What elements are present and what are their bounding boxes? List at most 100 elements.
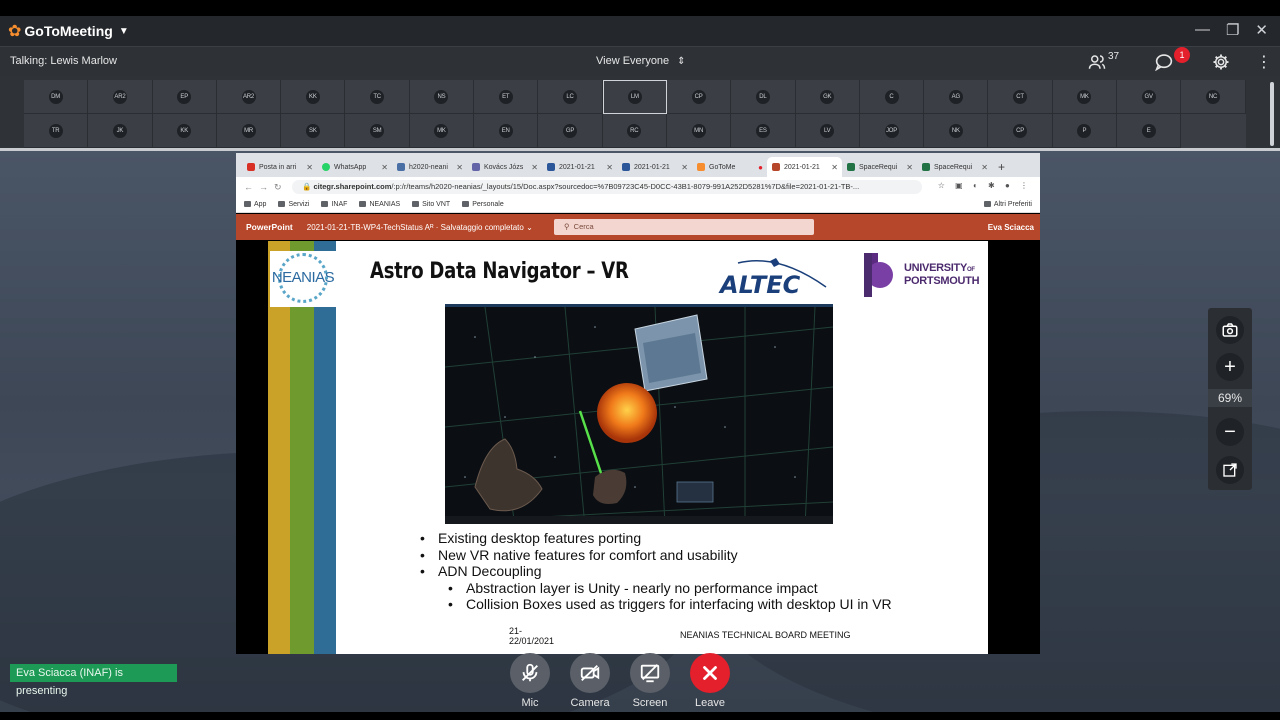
app-name: GoToMeeting — [24, 23, 113, 39]
participant-tile[interactable]: AR2 — [216, 80, 282, 114]
participant-tile[interactable]: TR — [24, 114, 89, 148]
participants-button[interactable]: 37 — [1088, 51, 1119, 71]
screen-share-button[interactable] — [630, 653, 670, 693]
thumbnail-scrollbar[interactable] — [1270, 82, 1274, 146]
camera-button[interactable] — [570, 653, 610, 693]
close-tab-icon[interactable]: ✕ — [531, 163, 538, 172]
participant-tile[interactable]: SM — [345, 114, 410, 148]
zoom-in-button[interactable]: + — [1216, 353, 1244, 381]
participant-tile[interactable]: RC — [602, 114, 667, 148]
participant-tile[interactable]: CT — [988, 80, 1053, 114]
app-menu-button[interactable]: ✿ GoToMeeting ▼ — [8, 21, 129, 41]
mic-button[interactable] — [510, 653, 550, 693]
url-field[interactable]: 🔒 citegr.sharepoint.com/:p:/r/teams/h202… — [292, 180, 922, 194]
minimize-button[interactable]: — — [1195, 21, 1210, 39]
powerpoint-search[interactable]: ⚲ Cerca — [554, 219, 814, 235]
avatar: KK — [177, 123, 192, 138]
bookmark-item[interactable]: INAF — [321, 201, 347, 208]
browser-tab[interactable]: GoToMe ● — [692, 157, 767, 177]
participant-tile[interactable]: CP — [666, 80, 732, 114]
participant-tile[interactable]: MN — [666, 114, 732, 148]
participant-tile[interactable]: JK — [88, 114, 153, 148]
participant-tile[interactable]: P — [1052, 114, 1118, 148]
participant-tile[interactable]: NS — [409, 80, 475, 114]
maximize-button[interactable]: ❐ — [1226, 21, 1239, 39]
new-tab-button[interactable]: + — [998, 160, 1005, 174]
close-tab-icon[interactable]: ✕ — [906, 163, 913, 172]
participant-tile[interactable]: ET — [474, 80, 539, 114]
camera-control[interactable]: Camera — [570, 653, 610, 709]
close-tab-icon[interactable]: ✕ — [306, 163, 313, 172]
participant-tile[interactable]: KK — [281, 80, 346, 114]
close-tab-icon[interactable]: ✕ — [981, 163, 988, 172]
more-options-icon[interactable]: ⋮ — [1256, 52, 1272, 72]
other-bookmarks[interactable]: Altri Preferiti — [984, 201, 1032, 208]
close-tab-icon[interactable]: ✕ — [606, 163, 613, 172]
participant-tile[interactable]: SK — [281, 114, 346, 148]
chat-button[interactable]: 1 — [1154, 47, 1190, 76]
nav-buttons[interactable]: ←→↻ — [244, 182, 288, 193]
participant-tile[interactable]: NK — [924, 114, 989, 148]
settings-gear-icon[interactable] — [1212, 53, 1230, 71]
bookmark-item[interactable]: NEANIAS — [359, 201, 400, 208]
bookmark-item[interactable]: Servizi — [278, 201, 309, 208]
slide-bullet-list: Existing desktop features porting New VR… — [420, 530, 892, 613]
view-everyone-toggle[interactable]: View Everyone ⇕ — [596, 55, 686, 67]
document-title[interactable]: 2021-01-21-TB-WP4-TechStatus Aᴿ · Salvat… — [307, 223, 533, 232]
close-tab-icon[interactable]: ✕ — [831, 163, 838, 172]
participant-tile[interactable]: LC — [538, 80, 603, 114]
mic-control[interactable]: Mic — [510, 653, 550, 709]
participant-tile[interactable]: DL — [731, 80, 796, 114]
participant-tile[interactable]: TC — [345, 80, 410, 114]
browser-tab-active[interactable]: 2021-01-21 ✕ — [767, 157, 842, 177]
browser-tab[interactable]: WhatsApp ✕ — [317, 157, 392, 177]
participant-tile[interactable]: DM — [24, 80, 89, 114]
browser-tab[interactable]: 2021-01-21 ✕ — [617, 157, 692, 177]
extensions-icons[interactable]: ☆ ▣ ◐ ✱ ● ⋮ — [938, 181, 1032, 190]
participant-tile[interactable]: GK — [795, 80, 860, 114]
participant-tile[interactable]: C — [859, 80, 925, 114]
leave-button[interactable] — [690, 653, 730, 693]
participant-tile[interactable]: AG — [924, 80, 989, 114]
zoom-out-button[interactable]: − — [1216, 418, 1244, 446]
browser-tab[interactable]: SpaceRequi ✕ — [917, 157, 992, 177]
browser-tab[interactable]: h2020-neani ✕ — [392, 157, 467, 177]
participant-tile[interactable]: E — [1117, 114, 1182, 148]
avatar: LC — [563, 89, 578, 104]
participant-tile[interactable]: GV — [1117, 80, 1182, 114]
participant-tile[interactable]: ES — [731, 114, 796, 148]
participant-tile[interactable]: CP — [988, 114, 1053, 148]
teams-icon — [472, 163, 480, 171]
pop-out-button[interactable] — [1216, 456, 1244, 484]
participant-tile[interactable]: GP — [538, 114, 603, 148]
participant-tile[interactable]: LV — [795, 114, 860, 148]
browser-tab[interactable]: 2021-01-21 ✕ — [542, 157, 617, 177]
screenshot-camera-button[interactable] — [1216, 316, 1244, 344]
participant-tile[interactable]: NC — [1181, 80, 1246, 114]
camera-label: Camera — [570, 697, 610, 709]
browser-tab[interactable]: SpaceRequi ✕ — [842, 157, 917, 177]
powerpoint-app-name[interactable]: PowerPoint — [246, 222, 293, 232]
screen-control[interactable]: Screen — [630, 653, 670, 709]
participant-tile[interactable]: KK — [152, 114, 217, 148]
participant-tile[interactable]: AR2 — [88, 80, 153, 114]
participant-tile-active[interactable]: LM — [602, 80, 667, 114]
participant-tile[interactable]: MK — [409, 114, 475, 148]
participant-tile[interactable]: EP — [152, 80, 217, 114]
user-name[interactable]: Eva Sciacca — [988, 223, 1034, 232]
browser-tab[interactable]: Posta in arri ✕ — [242, 157, 317, 177]
close-tab-icon[interactable]: ✕ — [381, 163, 388, 172]
close-tab-icon[interactable]: ✕ — [456, 163, 463, 172]
leave-control[interactable]: Leave — [690, 653, 730, 709]
browser-tab[interactable]: Kovács Józs ✕ — [467, 157, 542, 177]
participant-tile[interactable]: MK — [1052, 80, 1118, 114]
bookmark-item[interactable]: App — [244, 201, 266, 208]
participant-tile[interactable]: MR — [216, 114, 282, 148]
bookmark-item[interactable]: Personale — [462, 201, 504, 208]
caret-down-icon: ▼ — [118, 25, 129, 37]
close-tab-icon[interactable]: ✕ — [681, 163, 688, 172]
bookmark-item[interactable]: Sito VNT — [412, 201, 450, 208]
close-window-button[interactable]: ✕ — [1255, 21, 1268, 39]
participant-tile[interactable]: EN — [474, 114, 539, 148]
participant-tile[interactable]: JOP — [859, 114, 925, 148]
